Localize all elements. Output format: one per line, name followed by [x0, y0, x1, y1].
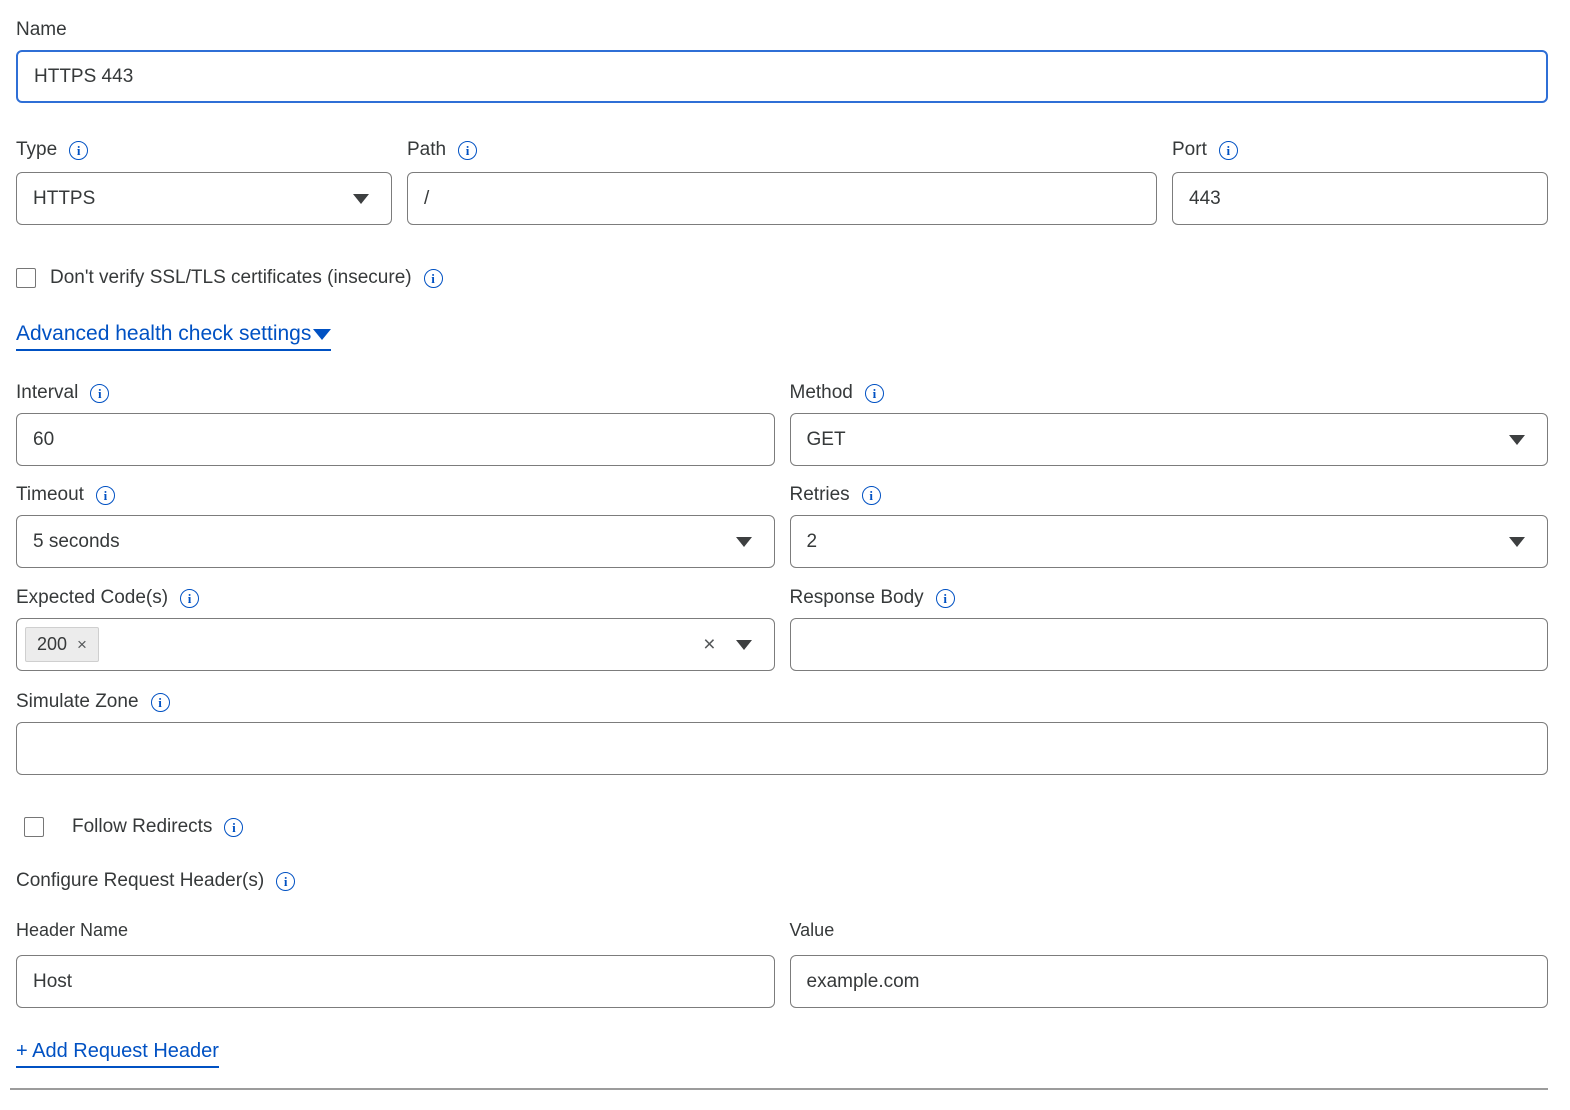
info-icon[interactable]: i: [862, 486, 881, 505]
method-select[interactable]: GET: [790, 413, 1549, 466]
interval-label-text: Interval: [16, 381, 78, 405]
request-headers-section-text: Configure Request Header(s): [16, 869, 264, 893]
chevron-down-icon: [1509, 537, 1525, 547]
type-select-value: HTTPS: [33, 188, 95, 210]
add-header-wrap: + Add Request Header: [16, 1040, 1548, 1068]
chevron-down-icon: [353, 194, 369, 204]
add-request-header-label: + Add Request Header: [16, 1040, 219, 1063]
expected-codes-label: Expected Code(s) i: [16, 586, 775, 610]
interval-field: Interval i: [16, 381, 775, 466]
info-icon[interactable]: i: [458, 141, 477, 160]
port-input[interactable]: [1172, 172, 1548, 225]
simulate-zone-label-text: Simulate Zone: [16, 690, 139, 714]
path-field: Path i: [407, 138, 1157, 225]
info-icon[interactable]: i: [1219, 141, 1238, 160]
follow-redirects-checkbox[interactable]: [24, 817, 44, 837]
verify-ssl-label: Don't verify SSL/TLS certificates (insec…: [50, 267, 412, 289]
interval-method-row: Interval i Method i GET: [16, 381, 1548, 466]
header-name-input[interactable]: [16, 955, 775, 1008]
info-icon[interactable]: i: [936, 589, 955, 608]
chevron-down-icon: [736, 537, 752, 547]
retries-label-text: Retries: [790, 483, 850, 507]
header-value-input[interactable]: [790, 955, 1549, 1008]
code-tag-value: 200: [37, 634, 67, 655]
health-check-form: Name Type i HTTPS Path i Port i: [0, 0, 1570, 1110]
interval-label: Interval i: [16, 381, 775, 405]
section-divider: [10, 1088, 1548, 1090]
header-name-column-label: Header Name: [16, 919, 775, 941]
info-icon[interactable]: i: [180, 589, 199, 608]
type-select[interactable]: HTTPS: [16, 172, 392, 225]
header-value-field: Value: [790, 919, 1549, 1008]
type-path-port-row: Type i HTTPS Path i Port i: [16, 138, 1548, 225]
info-icon[interactable]: i: [865, 384, 884, 403]
method-label-text: Method: [790, 381, 853, 405]
timeout-select[interactable]: 5 seconds: [16, 515, 775, 568]
retries-select[interactable]: 2: [790, 515, 1549, 568]
name-label-text: Name: [16, 18, 67, 42]
method-field: Method i GET: [790, 381, 1549, 466]
verify-ssl-row: Don't verify SSL/TLS certificates (insec…: [16, 267, 1548, 289]
method-select-value: GET: [807, 429, 846, 451]
request-headers-section-label: Configure Request Header(s) i: [16, 869, 1548, 893]
simulate-zone-input[interactable]: [16, 722, 1548, 775]
retries-label: Retries i: [790, 483, 1549, 507]
info-icon[interactable]: i: [90, 384, 109, 403]
interval-input[interactable]: [16, 413, 775, 466]
chevron-down-icon[interactable]: [736, 640, 752, 650]
port-label: Port i: [1172, 138, 1548, 162]
header-name-field: Header Name: [16, 919, 775, 1008]
chevron-down-icon: [313, 329, 331, 340]
timeout-label-text: Timeout: [16, 483, 84, 507]
verify-ssl-checkbox[interactable]: [16, 268, 36, 288]
simulate-zone-label: Simulate Zone i: [16, 690, 1548, 714]
info-icon[interactable]: i: [151, 693, 170, 712]
response-body-field: Response Body i: [790, 586, 1549, 671]
simulate-zone-field: Simulate Zone i: [16, 690, 1548, 775]
codes-body-row: Expected Code(s) i 200 × × Response Body…: [16, 586, 1548, 671]
type-field: Type i HTTPS: [16, 138, 392, 225]
follow-redirects-row: Follow Redirects i: [16, 816, 1548, 838]
path-input[interactable]: [407, 172, 1157, 225]
header-value-column-label: Value: [790, 919, 1549, 941]
advanced-settings-toggle[interactable]: Advanced health check settings: [16, 322, 331, 351]
port-label-text: Port: [1172, 138, 1207, 162]
timeout-field: Timeout i 5 seconds: [16, 483, 775, 568]
path-label: Path i: [407, 138, 1157, 162]
add-request-header-link[interactable]: + Add Request Header: [16, 1040, 219, 1068]
timeout-retries-row: Timeout i 5 seconds Retries i 2: [16, 483, 1548, 568]
timeout-label: Timeout i: [16, 483, 775, 507]
chevron-down-icon: [1509, 435, 1525, 445]
info-icon[interactable]: i: [224, 818, 243, 837]
path-label-text: Path: [407, 138, 446, 162]
name-input[interactable]: [16, 50, 1548, 103]
advanced-toggle-wrap: Advanced health check settings: [16, 322, 1548, 351]
follow-redirects-label: Follow Redirects: [72, 816, 212, 838]
info-icon[interactable]: i: [96, 486, 115, 505]
response-body-input[interactable]: [790, 618, 1549, 671]
expected-codes-field: Expected Code(s) i 200 × ×: [16, 586, 775, 671]
timeout-select-value: 5 seconds: [33, 531, 120, 553]
expected-codes-label-text: Expected Code(s): [16, 586, 168, 610]
response-body-label-text: Response Body: [790, 586, 924, 610]
type-label-text: Type: [16, 138, 57, 162]
advanced-settings-label: Advanced health check settings: [16, 322, 311, 346]
type-label: Type i: [16, 138, 392, 162]
response-body-label: Response Body i: [790, 586, 1549, 610]
request-header-row: Header Name Value: [16, 919, 1548, 1008]
remove-tag-icon[interactable]: ×: [77, 636, 87, 653]
code-tag: 200 ×: [25, 627, 99, 662]
retries-field: Retries i 2: [790, 483, 1549, 568]
port-field: Port i: [1172, 138, 1548, 225]
info-icon[interactable]: i: [69, 141, 88, 160]
retries-select-value: 2: [807, 531, 818, 553]
name-label: Name: [16, 18, 1548, 42]
info-icon[interactable]: i: [424, 269, 443, 288]
method-label: Method i: [790, 381, 1549, 405]
info-icon[interactable]: i: [276, 872, 295, 891]
expected-codes-multiselect[interactable]: 200 × ×: [16, 618, 775, 671]
clear-all-icon[interactable]: ×: [703, 634, 715, 655]
